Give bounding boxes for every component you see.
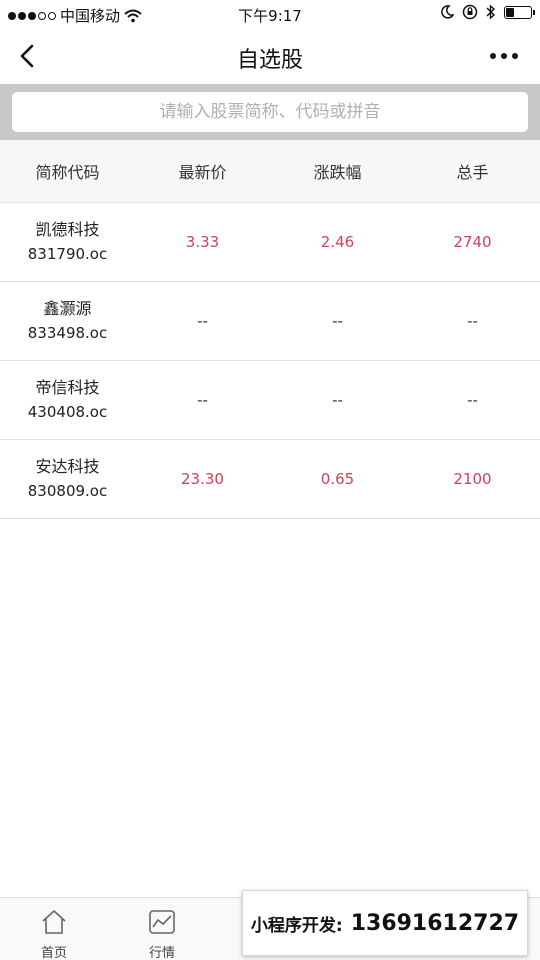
tab-market-label: 行情 <box>148 946 175 960</box>
promo-label: 小程序开发: <box>250 915 343 936</box>
tab-market[interactable]: 行情 <box>108 898 216 960</box>
header-name-code: 简称代码 <box>35 163 100 182</box>
moon-icon <box>441 5 454 19</box>
stock-price: -- <box>197 391 208 409</box>
rotation-lock-icon <box>462 4 478 20</box>
battery-icon <box>504 5 535 19</box>
stock-code: 830809.oc <box>27 482 108 500</box>
stock-price: -- <box>197 312 208 330</box>
search-bar <box>0 84 540 140</box>
chart-icon <box>149 910 175 934</box>
home-icon <box>42 910 66 934</box>
page-title: 自选股 <box>236 48 303 73</box>
tab-home-label: 首页 <box>40 946 67 960</box>
stock-name: 安达科技 <box>35 457 100 476</box>
tab-home[interactable]: 首页 <box>0 898 108 960</box>
search-input[interactable] <box>12 92 528 132</box>
stock-volume: 2740 <box>453 233 492 251</box>
stock-code: 430408.oc <box>27 403 108 421</box>
stock-list: 凯德科技 831790.oc 3.33 2.46 2740 鑫灏源 833498… <box>0 203 540 519</box>
stock-change: 0.65 <box>320 470 355 488</box>
stock-volume: -- <box>467 312 478 330</box>
stock-price: 3.33 <box>185 233 220 251</box>
battery-level <box>506 7 514 17</box>
header-total-volume: 总手 <box>456 163 489 182</box>
stock-name-code: 安达科技 830809.oc <box>0 455 135 503</box>
stock-name: 帝信科技 <box>35 378 100 397</box>
status-right <box>440 4 535 20</box>
promo-banner: 小程序开发: 13691612727 <box>242 890 528 956</box>
header-change-percent: 涨跌幅 <box>313 163 362 182</box>
stock-code: 831790.oc <box>27 245 108 263</box>
stock-price: 23.30 <box>181 470 224 488</box>
nav-bar: 自选股 <box>0 28 540 84</box>
status-bar: 中国移动 下午9:17 <box>0 0 540 28</box>
table-row[interactable]: 帝信科技 430408.oc -- -- -- <box>0 361 540 440</box>
header-latest-price: 最新价 <box>178 163 227 182</box>
stock-volume: 2100 <box>453 470 492 488</box>
stock-name: 鑫灏源 <box>43 299 92 318</box>
stock-change: 2.46 <box>320 233 355 251</box>
stock-volume: -- <box>467 391 478 409</box>
table-row[interactable]: 安达科技 830809.oc 23.30 0.65 2100 <box>0 440 540 519</box>
table-row[interactable]: 鑫灏源 833498.oc -- -- -- <box>0 282 540 361</box>
stock-change: -- <box>332 312 343 330</box>
more-dots-icon[interactable] <box>490 53 518 59</box>
stock-name-code: 鑫灏源 833498.oc <box>0 297 135 345</box>
stock-name-code: 凯德科技 831790.oc <box>0 218 135 266</box>
table-header: 简称代码 最新价 涨跌幅 总手 <box>0 140 540 203</box>
stock-name: 凯德科技 <box>35 220 100 239</box>
promo-phone: 13691612727 <box>350 910 520 936</box>
stock-change: -- <box>332 391 343 409</box>
bluetooth-icon <box>486 4 496 20</box>
table-row[interactable]: 凯德科技 831790.oc 3.33 2.46 2740 <box>0 203 540 282</box>
stock-code: 833498.oc <box>27 324 108 342</box>
stock-name-code: 帝信科技 430408.oc <box>0 376 135 424</box>
